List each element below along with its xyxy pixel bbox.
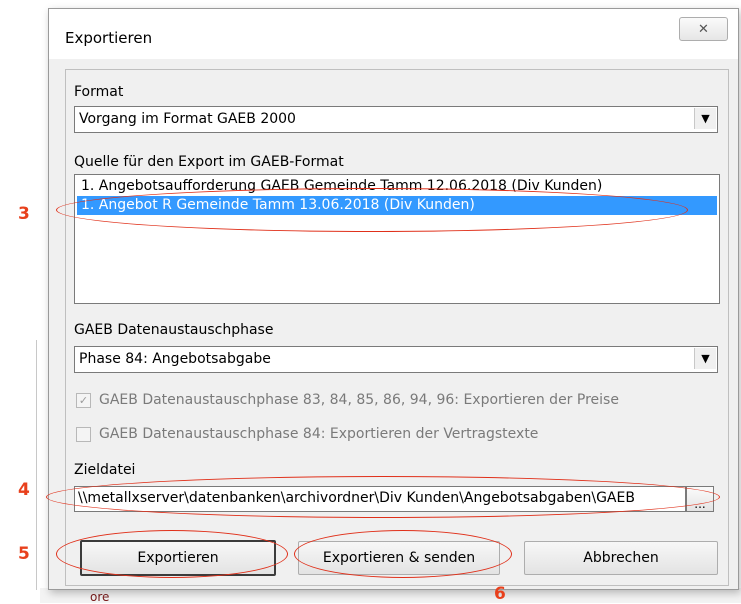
export-button[interactable]: Exportieren [80, 540, 276, 576]
format-label: Format [74, 84, 124, 100]
format-value: Vorgang im Format GAEB 2000 [79, 111, 296, 127]
title-bar: Exportieren ✕ [49, 9, 738, 59]
export-dialog: Exportieren ✕ Format Vorgang im Format G… [48, 8, 739, 590]
close-button[interactable]: ✕ [679, 17, 728, 41]
background-strip [40, 588, 741, 603]
source-listbox[interactable]: 1. Angebotsaufforderung GAEB Gemeinde Ta… [74, 174, 720, 304]
contract-texts-checkbox-label: GAEB Datenaustauschphase 84: Exportieren… [99, 426, 539, 442]
checkbox-unchecked-icon [76, 426, 91, 442]
list-item[interactable]: 1. Angebotsaufforderung GAEB Gemeinde Ta… [77, 177, 717, 196]
dialog-content: Format Vorgang im Format GAEB 2000 ▼ Que… [65, 69, 729, 586]
prices-checkbox[interactable]: ✓ GAEB Datenaustauschphase 83, 84, 85, 8… [76, 392, 619, 408]
browse-button[interactable]: ... [686, 486, 714, 512]
phase-value: Phase 84: Angebotsabgabe [79, 351, 271, 367]
target-path-input[interactable]: \\metallxserver\datenbanken\archivordner… [74, 486, 686, 512]
annotation-number-5: 5 [18, 544, 30, 564]
annotation-number-6: 6 [494, 584, 506, 604]
phase-dropdown[interactable]: Phase 84: Angebotsabgabe ▼ [74, 346, 718, 373]
prices-checkbox-label: GAEB Datenaustauschphase 83, 84, 85, 86,… [99, 392, 619, 408]
source-label: Quelle für den Export im GAEB-Format [74, 154, 344, 170]
format-dropdown[interactable]: Vorgang im Format GAEB 2000 ▼ [74, 106, 718, 133]
target-label: Zieldatei [74, 462, 136, 478]
phase-label: GAEB Datenaustauschphase [74, 322, 274, 338]
cancel-button[interactable]: Abbrechen [524, 541, 718, 575]
annotation-number-3: 3 [18, 204, 30, 224]
chevron-down-icon[interactable]: ▼ [694, 348, 716, 369]
target-path-value: \\metallxserver\datenbanken\archivordner… [78, 490, 635, 506]
dialog-title: Exportieren [65, 29, 153, 47]
background-text: ore [90, 590, 110, 604]
export-send-button[interactable]: Exportieren & senden [298, 541, 500, 575]
checkbox-checked-icon: ✓ [76, 392, 91, 408]
list-item-selected[interactable]: 1. Angebot R Gemeinde Tamm 13.06.2018 (D… [77, 196, 717, 215]
contract-texts-checkbox[interactable]: GAEB Datenaustauschphase 84: Exportieren… [76, 426, 538, 442]
close-icon: ✕ [698, 21, 709, 37]
annotation-number-4: 4 [18, 480, 30, 500]
chevron-down-icon[interactable]: ▼ [694, 108, 716, 129]
